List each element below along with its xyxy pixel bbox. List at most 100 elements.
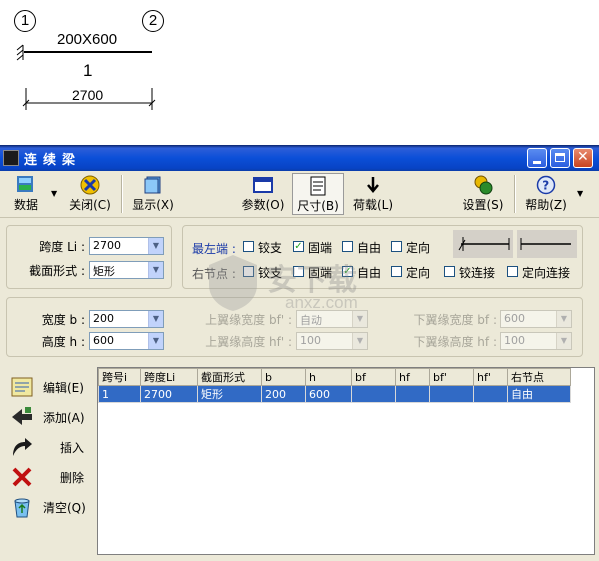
toolbar-separator xyxy=(121,175,123,213)
left-free-checkbox[interactable] xyxy=(342,241,353,252)
span-value: 2700 xyxy=(93,239,121,252)
document-icon xyxy=(310,176,326,196)
chevron-down-icon[interactable]: ▼ xyxy=(352,333,367,349)
bottom-flange-width-value: 600 xyxy=(504,312,525,325)
size-label: 尺寸(B) xyxy=(297,199,339,213)
bottom-flange-height-combo[interactable]: 100 ▼ xyxy=(500,332,572,350)
section-value: 矩形 xyxy=(93,265,115,278)
title-bar[interactable]: 连续梁 ✕ xyxy=(0,145,599,171)
chevron-down-icon[interactable]: ▼ xyxy=(51,189,57,198)
chevron-down-icon[interactable]: ▼ xyxy=(556,333,571,349)
chevron-down-icon[interactable]: ▼ xyxy=(556,311,571,327)
display-button[interactable]: 显示(X) xyxy=(128,173,178,215)
width-label: 宽度 b : xyxy=(41,313,85,327)
data-menu-button[interactable]: 数据 xyxy=(4,173,48,215)
help-button[interactable]: ? 帮助(Z) xyxy=(520,173,572,215)
gear-icon xyxy=(474,175,493,195)
settings-button[interactable]: 设置(S) xyxy=(458,173,508,215)
window-title: 连续梁 xyxy=(24,153,82,168)
close-button[interactable]: 关闭(C) xyxy=(66,173,114,215)
column-header[interactable]: 右节点 xyxy=(507,368,571,386)
left-guided-checkbox[interactable] xyxy=(391,241,402,252)
svg-text:?: ? xyxy=(542,179,549,193)
add-button[interactable]: 添加(A) xyxy=(10,404,90,430)
size-button[interactable]: 尺寸(B) xyxy=(292,173,344,215)
chevron-down-icon[interactable]: ▼ xyxy=(148,333,163,349)
help-icon: ? xyxy=(536,175,556,195)
table-cell[interactable]: 1 xyxy=(98,385,141,403)
display-label: 显示(X) xyxy=(132,198,174,212)
clear-label: 清空(Q) xyxy=(43,501,86,515)
span-combo[interactable]: 2700 ▼ xyxy=(89,237,164,255)
hinge-connect-checkbox[interactable] xyxy=(444,266,455,277)
support-preview xyxy=(453,230,577,258)
section-combo[interactable]: 矩形 ▼ xyxy=(89,261,164,279)
column-header[interactable]: hf xyxy=(395,368,430,386)
beam-drawing: 1 2 200X600 1 2700 xyxy=(0,0,599,140)
table-cell[interactable]: 矩形 xyxy=(197,385,262,403)
minimize-button[interactable] xyxy=(527,148,547,168)
edit-button[interactable]: 编辑(E) xyxy=(10,374,90,400)
minimize-icon xyxy=(533,161,541,164)
maximize-button[interactable] xyxy=(550,148,570,168)
close-x-icon xyxy=(80,175,100,195)
guided-connect-checkbox[interactable] xyxy=(507,266,518,277)
section-form-label: 截面形式 : xyxy=(29,264,85,278)
toolbar: 数据 ▼ 关闭(C) 显示(X) 参数(O) 尺寸(B) 荷载(L) 设置(S)… xyxy=(0,171,599,218)
width-combo[interactable]: 200 ▼ xyxy=(89,310,164,328)
data-label: 数据 xyxy=(13,198,38,212)
span-table[interactable]: 跨号i 跨度Li 截面形式 b h bf hf bf' hf' 右节点 1 27… xyxy=(97,367,595,555)
column-header[interactable]: b xyxy=(261,368,306,386)
column-header[interactable]: 跨度Li xyxy=(140,368,198,386)
table-cell[interactable]: 200 xyxy=(261,385,306,403)
params-label: 参数(O) xyxy=(241,198,285,212)
column-header[interactable]: bf' xyxy=(429,368,474,386)
table-cell[interactable] xyxy=(473,385,508,403)
close-icon: ✕ xyxy=(577,149,589,165)
chevron-down-icon[interactable]: ▼ xyxy=(148,238,163,254)
table-cell[interactable] xyxy=(395,385,430,403)
chevron-down-icon[interactable]: ▼ xyxy=(577,189,583,198)
column-header[interactable]: 跨号i xyxy=(98,368,141,386)
table-cell[interactable]: 600 xyxy=(305,385,352,403)
column-header[interactable]: bf xyxy=(351,368,396,386)
delete-label: 删除 xyxy=(60,471,85,485)
arrow-down-icon xyxy=(367,177,379,193)
table-row[interactable]: 1 2700 矩形 200 600 自由 xyxy=(98,385,571,403)
height-value: 600 xyxy=(93,334,114,347)
window-icon xyxy=(253,177,273,193)
top-flange-height-value: 100 xyxy=(300,334,321,347)
table-cell[interactable]: 2700 xyxy=(140,385,198,403)
table-cell[interactable]: 自由 xyxy=(507,385,571,403)
span-table-grid: 跨号i 跨度Li 截面形式 b h bf hf bf' hf' 右节点 1 27… xyxy=(98,368,571,403)
close-window-button[interactable]: ✕ xyxy=(573,148,593,168)
table-header-row: 跨号i 跨度Li 截面形式 b h bf hf bf' hf' 右节点 xyxy=(98,368,571,386)
bottom-flange-width-combo[interactable]: 600 ▼ xyxy=(500,310,572,328)
left-guided-label: 定向 xyxy=(406,241,431,255)
left-hinge-checkbox[interactable] xyxy=(243,241,254,252)
height-label: 高度 h : xyxy=(41,335,85,349)
top-flange-height-combo[interactable]: 100 ▼ xyxy=(296,332,368,350)
height-combo[interactable]: 600 ▼ xyxy=(89,332,164,350)
span-number: 1 xyxy=(83,61,93,80)
watermark-url: anxz.com xyxy=(285,293,358,312)
bottom-flange-height-label: 下翼缘高度 hf : xyxy=(413,335,497,349)
load-label: 荷载(L) xyxy=(352,198,394,212)
column-header[interactable]: h xyxy=(305,368,352,386)
left-fixed-checkbox[interactable]: ✓ xyxy=(293,241,304,252)
table-cell[interactable] xyxy=(351,385,396,403)
recycle-bin-icon xyxy=(14,498,30,518)
insert-button[interactable]: 插入 xyxy=(10,434,90,460)
load-button[interactable]: 荷载(L) xyxy=(348,173,398,215)
span-label: 跨度 Li : xyxy=(39,240,85,254)
chevron-down-icon[interactable]: ▼ xyxy=(148,311,163,327)
column-header[interactable]: 截面形式 xyxy=(197,368,262,386)
column-header[interactable]: hf' xyxy=(473,368,508,386)
clear-button[interactable]: 清空(Q) xyxy=(10,494,90,520)
chevron-down-icon[interactable]: ▼ xyxy=(148,262,163,278)
params-button[interactable]: 参数(O) xyxy=(238,173,288,215)
delete-button[interactable]: 删除 xyxy=(10,464,90,490)
span-length-label: 2700 xyxy=(72,87,104,103)
table-cell[interactable] xyxy=(429,385,474,403)
add-arrow-icon xyxy=(12,407,32,425)
